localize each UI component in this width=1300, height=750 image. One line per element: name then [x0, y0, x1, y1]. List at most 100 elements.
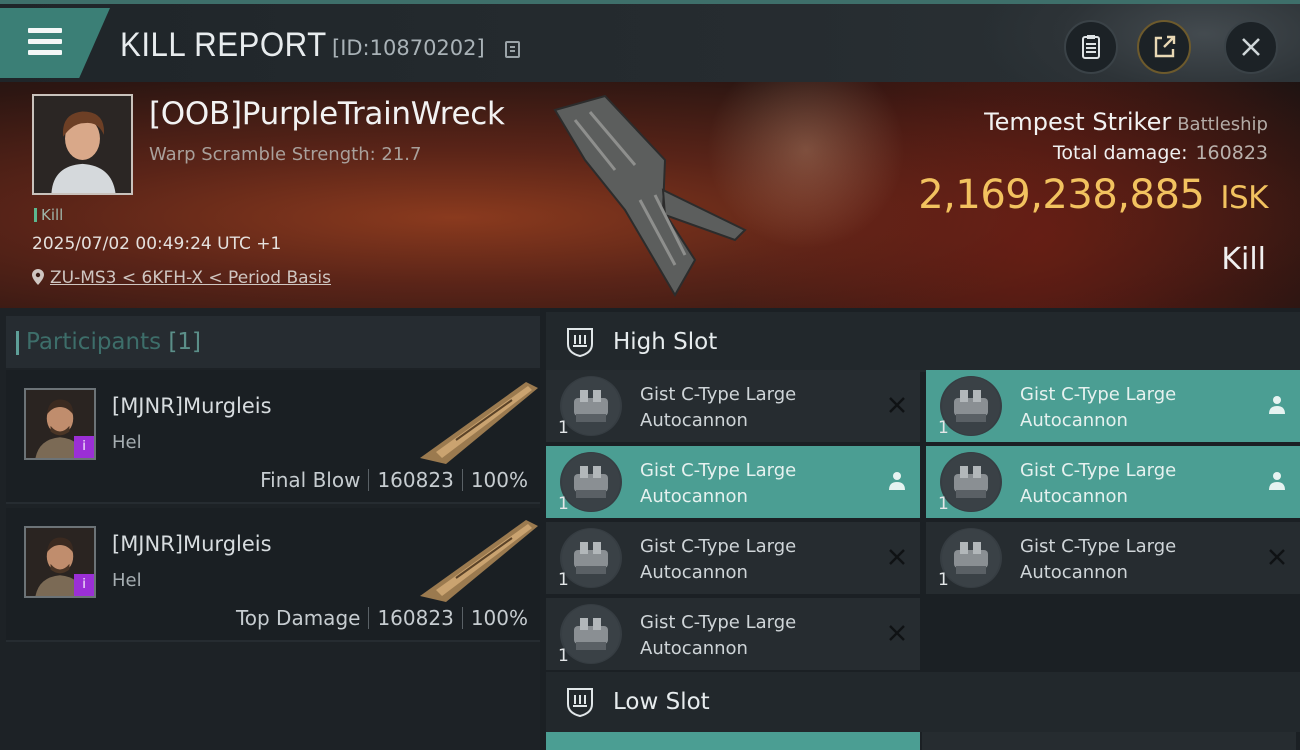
- destroyed-x-icon: [889, 549, 905, 565]
- menu-button[interactable]: [0, 8, 110, 78]
- high-slot-header: High Slot: [546, 312, 1300, 372]
- ship-class: Battleship: [1177, 114, 1268, 135]
- participants-panel: Participants [1] i [MJNR]Murgleis Hel Fi…: [0, 308, 540, 750]
- module-item[interactable]: 1 Gist C-Type Large Autocannon: [926, 446, 1300, 518]
- module-name: Gist C-Type Large Autocannon: [640, 610, 796, 662]
- isk-value: 2,169,238,885: [918, 172, 1205, 218]
- close-icon: [1242, 38, 1260, 56]
- location-link[interactable]: ZU-MS3 < 6KFH-X < Period Basis: [50, 268, 331, 288]
- module-quantity: 1: [558, 418, 569, 438]
- fitting-panel: High Slot 1 Gist C-Type Large Autocannon 1 G…: [540, 308, 1300, 750]
- participants-label: Participants: [26, 329, 162, 355]
- participant-row[interactable]: i [MJNR]Murgleis Hel Top Damage 160823 100…: [6, 508, 540, 642]
- destroyed-x-icon: [1269, 549, 1285, 565]
- victim-avatar[interactable]: [32, 94, 133, 195]
- participant-ship: Hel: [112, 570, 142, 591]
- autocannon-icon: [560, 376, 622, 436]
- participant-ship: Hel: [112, 432, 142, 453]
- clipboard-button[interactable]: [1064, 20, 1118, 74]
- participant-name: [MJNR]Murgleis: [112, 394, 272, 418]
- module-name-line2: Autocannon: [640, 410, 748, 431]
- warp-scramble-strength: Warp Scramble Strength: 21.7: [149, 144, 422, 165]
- module-name: Gist C-Type Large Autocannon: [1020, 534, 1176, 586]
- portrait-image: [34, 96, 131, 193]
- kill-location[interactable]: ZU-MS3 < 6KFH-X < Period Basis: [32, 268, 331, 288]
- module-name: Gist C-Type Large Autocannon: [1020, 458, 1176, 510]
- high-slot-label: High Slot: [613, 329, 718, 355]
- participant-ship-image: [420, 382, 538, 464]
- page-title: KILL REPORT: [120, 26, 327, 64]
- module-name-line2: Autocannon: [640, 486, 748, 507]
- module-name-line2: Autocannon: [1020, 562, 1128, 583]
- module-quantity: 1: [558, 570, 569, 590]
- module-item[interactable]: 1 Gist C-Type Large Autocannon: [546, 522, 920, 594]
- ship-type: Tempest Striker Battleship: [984, 108, 1268, 136]
- close-button[interactable]: [1224, 20, 1278, 74]
- result-label: Kill: [1221, 242, 1266, 277]
- info-badge[interactable]: i: [74, 574, 94, 596]
- module-item[interactable]: 1 Gist C-Type Large Autocannon: [926, 522, 1300, 594]
- clipboard-icon: [1082, 35, 1100, 59]
- module-name: Gist C-Type Large Autocannon: [640, 534, 796, 586]
- module-name-line1: Gist C-Type Large: [1020, 460, 1177, 481]
- module-quantity: 1: [938, 418, 949, 438]
- module-item[interactable]: 1 Gist C-Type Large Autocannon: [546, 598, 920, 670]
- participant-damage: 160823: [377, 606, 454, 630]
- participants-count: [1]: [168, 329, 202, 355]
- low-slot-icon: [567, 688, 593, 718]
- destroyed-x-icon: [889, 397, 905, 413]
- module-name-line2: Autocannon: [640, 638, 748, 659]
- module-item[interactable]: 1 Gist C-Type Large Autocannon: [926, 370, 1300, 442]
- participant-row[interactable]: i [MJNR]Murgleis Hel Final Blow 160823 100…: [6, 370, 540, 504]
- module-item[interactable]: 1 Gist C-Type Large Autocannon: [546, 370, 920, 442]
- module-name-line1: Gist C-Type Large: [1020, 384, 1177, 405]
- participant-stats: Final Blow 160823 100%: [260, 468, 528, 492]
- module-quantity: 1: [558, 494, 569, 514]
- module-quantity: 1: [558, 646, 569, 666]
- low-slot-module[interactable]: [922, 732, 1296, 750]
- participant-percent: 100%: [470, 468, 528, 492]
- module-name-line1: Gist C-Type Large: [1020, 536, 1177, 557]
- low-slot-header: Low Slot: [546, 672, 1300, 732]
- participants-header: Participants [1]: [6, 316, 540, 368]
- person-icon: [1269, 472, 1285, 490]
- module-name: Gist C-Type Large Autocannon: [640, 382, 796, 434]
- module-name-line1: Gist C-Type Large: [640, 612, 797, 633]
- module-name-line1: Gist C-Type Large: [640, 536, 797, 557]
- participant-stats: Top Damage 160823 100%: [236, 606, 528, 630]
- person-icon: [889, 472, 905, 490]
- participant-ship-image: [420, 520, 538, 602]
- victim-banner: [OOB]PurpleTrainWreck Warp Scramble Stre…: [0, 82, 1300, 308]
- destroyed-x-icon: [889, 625, 905, 641]
- low-slot-label: Low Slot: [613, 689, 710, 715]
- share-icon: [1154, 35, 1176, 58]
- kill-tag: Kill: [34, 206, 63, 224]
- low-slot-module[interactable]: [546, 732, 920, 750]
- participant-damage: 160823: [377, 468, 454, 492]
- participant-role: Final Blow: [260, 468, 361, 492]
- autocannon-icon: [560, 452, 622, 512]
- module-name-line1: Gist C-Type Large: [640, 384, 797, 405]
- autocannon-icon: [940, 452, 1002, 512]
- total-damage-value: 160823: [1195, 142, 1268, 164]
- isk-value-display: 2,169,238,885 ISK: [918, 172, 1268, 218]
- kill-datetime: 2025/07/02 00:49:24 UTC +1: [32, 234, 282, 254]
- total-damage-label: Total damage:: [1053, 142, 1188, 164]
- autocannon-icon: [560, 528, 622, 588]
- title-bar: KILL REPORT [ID:10870202]: [0, 0, 1300, 82]
- module-name-line2: Autocannon: [640, 562, 748, 583]
- autocannon-icon: [560, 604, 622, 664]
- info-badge[interactable]: i: [74, 436, 94, 458]
- participant-percent: 100%: [470, 606, 528, 630]
- autocannon-icon: [940, 528, 1002, 588]
- copy-icon[interactable]: [505, 41, 520, 58]
- isk-unit: ISK: [1220, 180, 1268, 216]
- module-name-line1: Gist C-Type Large: [640, 460, 797, 481]
- hamburger-icon: [28, 28, 62, 61]
- module-quantity: 1: [938, 570, 949, 590]
- module-quantity: 1: [938, 494, 949, 514]
- participants-title: Participants [1]: [15, 329, 202, 355]
- share-button[interactable]: [1137, 20, 1191, 74]
- module-name-line2: Autocannon: [1020, 410, 1128, 431]
- module-item[interactable]: 1 Gist C-Type Large Autocannon: [546, 446, 920, 518]
